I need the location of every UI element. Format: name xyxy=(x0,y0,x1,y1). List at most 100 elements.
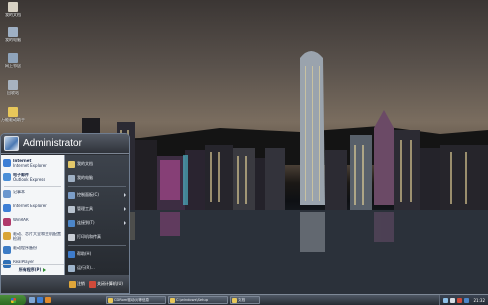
folder-icon xyxy=(170,297,175,303)
internet-explorer-icon xyxy=(3,204,11,212)
place-label: 控制面板(C) xyxy=(77,192,99,197)
notepad-icon xyxy=(3,190,11,198)
place-printers[interactable]: 打印机和传真 xyxy=(65,230,129,244)
desktop-icon-my-documents[interactable]: 我的文档 xyxy=(1,2,25,17)
my-documents-icon xyxy=(8,2,18,12)
taskbar-button-label: CDRom驱动(I)等信息 xyxy=(114,297,150,302)
internet-explorer-icon[interactable] xyxy=(37,297,43,303)
place-label: 管理工具 xyxy=(77,206,93,211)
arrow-right-icon xyxy=(43,268,47,272)
logoff-icon xyxy=(68,280,76,288)
user-name: Administrator xyxy=(23,138,82,149)
folder-icon xyxy=(108,297,113,303)
place-help[interactable]: 帮助(H) xyxy=(65,247,129,261)
taskbar-button[interactable]: C:\windows\Setup xyxy=(168,296,228,304)
run-icon xyxy=(68,264,75,272)
place-connect-to[interactable]: 连接到(T) xyxy=(65,216,129,230)
pinned-internet[interactable]: Internet Internet Explorer xyxy=(1,157,64,171)
taskbar: CDRom驱动(I)等信息 C:\windows\Setup 文档 21:32 xyxy=(0,294,488,305)
driver-tool-icon xyxy=(3,232,11,240)
taskbar-button-label: 文档 xyxy=(238,297,246,302)
recent-driver-backup[interactable]: 驱动程序备份 xyxy=(1,244,64,258)
place-label: 连接到(T) xyxy=(77,220,95,225)
network-tray-icon[interactable] xyxy=(443,297,449,303)
show-desktop-icon[interactable] xyxy=(29,297,35,303)
connect-to-icon xyxy=(68,219,75,227)
recent-label: 驱动程序备份 xyxy=(13,246,37,250)
recent-notepad[interactable]: 记事本 xyxy=(1,188,64,202)
power-icon xyxy=(88,280,96,288)
recycle-bin-icon xyxy=(8,80,18,90)
recent-label: Internet Explorer xyxy=(13,204,47,208)
menu-separator xyxy=(4,186,61,187)
place-label: 运行(R)... xyxy=(77,265,95,270)
admin-tools-icon xyxy=(68,205,75,213)
taskbar-button[interactable]: 文档 xyxy=(230,296,260,304)
pinned-subtitle: Internet Explorer xyxy=(13,162,47,168)
email-icon xyxy=(3,173,11,181)
desktop-icon-driver-folder[interactable]: 万能驱动助手 xyxy=(1,107,25,122)
start-menu-programs: Internet Internet Explorer 电子邮件 Outlook Ex… xyxy=(1,155,64,275)
recent-label: 记事本 xyxy=(13,190,25,194)
start-button[interactable] xyxy=(0,295,26,305)
volume-tray-icon[interactable] xyxy=(450,297,456,303)
submenu-arrow-icon xyxy=(124,193,126,197)
winrar-icon xyxy=(3,218,11,226)
printer-icon xyxy=(68,233,75,241)
submenu-arrow-icon xyxy=(124,207,126,211)
help-icon xyxy=(68,250,75,258)
desktop: 我的文档 我的电脑 网上邻居 回收站 万能驱动助手 Administrator … xyxy=(0,0,488,305)
place-admin-tools[interactable]: 管理工具 xyxy=(65,202,129,216)
pinned-subtitle: Outlook Express xyxy=(13,176,46,182)
shutdown-button[interactable]: 关闭计算机(U) xyxy=(88,280,123,288)
windows-logo-icon xyxy=(10,297,16,303)
desktop-icon-label: 我的文档 xyxy=(5,13,21,17)
folder-icon xyxy=(8,107,18,117)
antivirus-tray-icon[interactable] xyxy=(457,297,463,303)
recent-internet-explorer[interactable]: Internet Explorer xyxy=(1,202,64,216)
start-menu-places: 我的文档 我的电脑 控制面板(C) 管理工具 连接到(T) 打印机和传真 帮助(… xyxy=(64,155,129,275)
internet-explorer-icon xyxy=(3,159,11,167)
place-label: 帮助(H) xyxy=(77,251,92,256)
taskbar-button[interactable]: CDRom驱动(I)等信息 xyxy=(106,296,166,304)
menu-separator xyxy=(68,186,126,187)
desktop-icon-network-places[interactable]: 网上邻居 xyxy=(1,53,25,68)
place-run[interactable]: 运行(R)... xyxy=(65,261,129,275)
recent-label: WinRAR xyxy=(13,218,29,222)
logoff-label: 注销 xyxy=(76,281,85,286)
start-menu-footer: 注销 关闭计算机(U) xyxy=(1,275,129,293)
input-method-icon[interactable] xyxy=(464,297,470,303)
system-tray: 21:32 xyxy=(439,295,488,305)
recent-winrar[interactable]: WinRAR xyxy=(1,216,64,230)
shutdown-label: 关闭计算机(U) xyxy=(96,281,123,286)
backup-icon xyxy=(3,246,11,254)
network-places-icon xyxy=(8,53,18,63)
quick-launch xyxy=(29,297,51,303)
place-label: 我的文档 xyxy=(77,161,93,166)
place-label: 我的电脑 xyxy=(77,175,93,180)
all-programs-label: 所有程序(P) xyxy=(18,267,42,272)
taskbar-button-label: C:\windows\Setup xyxy=(176,298,209,302)
start-menu-header: Administrator xyxy=(1,134,129,154)
desktop-icon-my-computer[interactable]: 我的电脑 xyxy=(1,27,25,42)
start-menu: Administrator Internet Internet Explorer … xyxy=(0,133,130,294)
submenu-arrow-icon xyxy=(124,221,126,225)
desktop-icon-recycle-bin[interactable]: 回收站 xyxy=(1,80,25,95)
menu-separator xyxy=(68,245,126,246)
place-label: 打印机和传真 xyxy=(77,234,101,239)
my-documents-icon xyxy=(68,160,75,168)
place-control-panel[interactable]: 控制面板(C) xyxy=(65,188,129,202)
logoff-button[interactable]: 注销 xyxy=(68,280,85,288)
all-programs-button[interactable]: 所有程序(P) xyxy=(1,264,64,275)
folder-icon xyxy=(232,297,237,303)
place-my-documents[interactable]: 我的文档 xyxy=(65,157,129,171)
place-my-computer[interactable]: 我的电脑 xyxy=(65,171,129,185)
media-player-icon[interactable] xyxy=(45,297,51,303)
my-computer-icon xyxy=(8,27,18,37)
clock[interactable]: 21:32 xyxy=(473,298,485,303)
recent-label: 驱动、芯片大全和主机配置检测 xyxy=(13,232,61,241)
desktop-icon-label: 万能驱动助手 xyxy=(1,118,25,122)
user-avatar[interactable] xyxy=(4,136,19,151)
pinned-email[interactable]: 电子邮件 Outlook Express xyxy=(1,171,64,185)
recent-driver-tool[interactable]: 驱动、芯片大全和主机配置检测 xyxy=(1,230,64,244)
